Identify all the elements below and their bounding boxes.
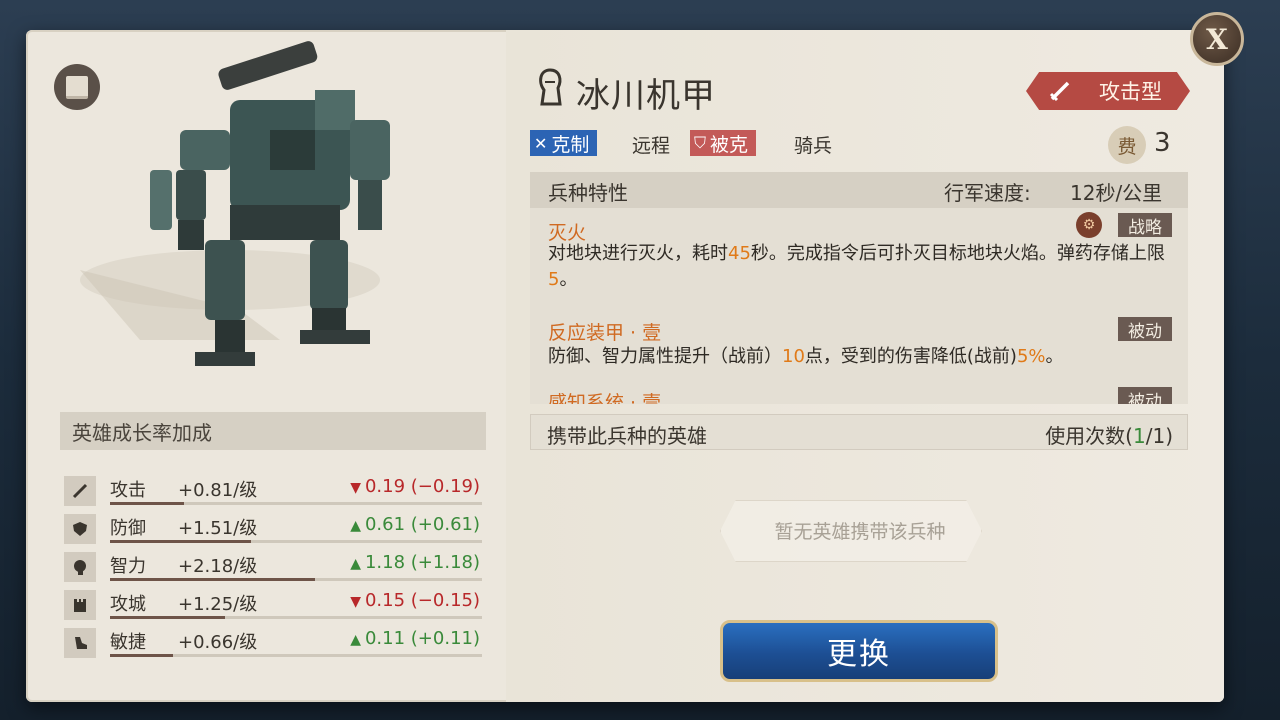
shield-icon: ⛉ xyxy=(694,133,707,152)
cost-value: 3 xyxy=(1154,128,1171,158)
tower-icon xyxy=(64,590,96,620)
arrow-down-icon: ▼ xyxy=(350,594,361,610)
stat-name: 敏捷 xyxy=(110,632,146,653)
unit-type-badge: 攻击型 xyxy=(1026,72,1190,110)
march-speed-value: 12秒/公里 xyxy=(1070,181,1163,205)
stat-bar-fill xyxy=(110,540,252,543)
stat-bar xyxy=(110,616,482,619)
stat-bar-fill xyxy=(110,502,185,505)
stat-bar xyxy=(110,502,482,505)
stat-rate: +2.18/级 xyxy=(178,556,258,577)
traits-header: 兵种特性 行军速度: 12秒/公里 xyxy=(530,172,1188,208)
skill-desc-highlight: 45 xyxy=(728,243,751,264)
stat-row-siege: 攻城 +1.25/级 ▼ 0.15 (−0.15) xyxy=(64,584,484,620)
countered-tag: ⛉ 被克 xyxy=(690,130,757,156)
arrow-up-icon: ▲ xyxy=(350,632,361,648)
heroes-header-label: 携带此兵种的英雄 xyxy=(547,424,707,448)
counter-tag-label: 克制 xyxy=(551,133,590,156)
usage-total: /1) xyxy=(1145,424,1173,448)
skill-desc-text: 点，受到的伤害降低(战前) xyxy=(804,346,1017,367)
stat-bar xyxy=(110,540,482,543)
stat-row-attack: 攻击 +0.81/级 ▼ 0.19 (−0.19) xyxy=(64,470,484,506)
stat-bar-fill xyxy=(110,654,174,657)
stat-name: 防御 xyxy=(110,518,146,539)
growth-header: 英雄成长率加成 xyxy=(60,412,486,450)
sword-icon xyxy=(1049,81,1070,102)
march-speed-label: 行军速度: xyxy=(944,181,1031,205)
head-icon xyxy=(64,552,96,582)
stat-name: 攻击 xyxy=(110,480,146,501)
growth-header-label: 英雄成长率加成 xyxy=(72,420,212,445)
skill-desc-text: 。 xyxy=(559,269,578,290)
crossed-swords-icon: ✕ xyxy=(534,133,548,153)
counter-tag: ✕ 克制 xyxy=(530,130,598,156)
skill-desc-highlight: 5 xyxy=(548,269,560,290)
skill-desc: 对地块进行灭火，耗时45秒。完成指令后可扑灭目标地块火焰。弹药存储上限 5。 xyxy=(548,241,1176,293)
traits-list[interactable]: 灭火 ⚙ 战略 对地块进行灭火，耗时45秒。完成指令后可扑灭目标地块火焰。弹药存… xyxy=(530,208,1188,404)
skill-tag: 战略 xyxy=(1118,213,1172,238)
skill-desc-text: 防御、智力属性提升（战前） xyxy=(548,346,782,367)
countered-by: 骑兵 xyxy=(794,135,833,157)
stat-name: 智力 xyxy=(110,556,146,577)
unit-type-label: 攻击型 xyxy=(1099,80,1162,104)
stat-change: ▲ 0.11 (+0.11) xyxy=(350,628,480,649)
usage-label: 使用次数( xyxy=(1045,424,1133,448)
stat-bar xyxy=(110,578,482,581)
stat-change-value: 1.18 (+1.18) xyxy=(364,552,480,573)
unit-class-icon xyxy=(534,68,566,108)
stat-bar xyxy=(110,654,482,657)
skill-desc-text: 。 xyxy=(1045,346,1064,367)
boot-icon xyxy=(64,628,96,658)
arrow-down-icon: ▼ xyxy=(350,480,361,496)
usage-used: 1 xyxy=(1133,424,1146,448)
skill-tag: 被动 xyxy=(1118,387,1172,404)
arrow-up-icon: ▲ xyxy=(350,556,361,572)
stat-bar-fill xyxy=(110,616,226,619)
stat-change: ▲ 1.18 (+1.18) xyxy=(350,552,480,573)
skill-tag: 被动 xyxy=(1118,317,1172,342)
skill-desc-highlight: 5% xyxy=(1016,346,1046,367)
skill-name: 感知系统 · 壹 xyxy=(548,392,662,404)
stat-change-value: 0.11 (+0.11) xyxy=(364,628,480,649)
arrow-up-icon: ▲ xyxy=(350,518,361,534)
cost-icon: 费 xyxy=(1108,126,1146,164)
heroes-header: 携带此兵种的英雄 使用次数(1/1) xyxy=(530,414,1188,450)
skill-desc: 防御、智力属性提升（战前）10点，受到的伤害降低(战前)5%。 xyxy=(548,344,1176,370)
stat-row-intellect: 智力 +2.18/级 ▲ 1.18 (+1.18) xyxy=(64,546,484,582)
skill-name: 反应装甲 · 壹 xyxy=(548,322,662,344)
cost-label: 费 xyxy=(1117,135,1137,158)
counters-target: 远程 xyxy=(632,135,671,157)
stat-change: ▼ 0.19 (−0.19) xyxy=(350,476,480,497)
stat-change: ▼ 0.15 (−0.15) xyxy=(350,590,480,611)
stat-name: 攻城 xyxy=(110,594,146,615)
stat-rate: +0.66/级 xyxy=(178,632,258,653)
sword-icon xyxy=(64,476,96,506)
skill-desc-text: 秒。完成指令后可扑灭目标地块火焰。弹药存储上限 xyxy=(750,243,1165,264)
stat-change: ▲ 0.61 (+0.61) xyxy=(350,514,480,535)
skill-desc-text: 对地块进行灭火，耗时 xyxy=(548,243,728,264)
strategy-icon: ⚙ xyxy=(1076,212,1102,238)
stat-rate: +1.51/级 xyxy=(178,518,258,539)
stat-rate: +0.81/级 xyxy=(178,480,258,501)
swap-button[interactable]: 更换 xyxy=(720,620,998,682)
shield-icon xyxy=(64,514,96,544)
stat-change-value: 0.15 (−0.15) xyxy=(364,590,480,611)
stat-change-value: 0.19 (−0.19) xyxy=(364,476,480,497)
unit-portrait xyxy=(80,40,440,380)
stat-change-value: 0.61 (+0.61) xyxy=(364,514,480,535)
stat-row-agility: 敏捷 +0.66/级 ▲ 0.11 (+0.11) xyxy=(64,622,484,658)
stat-row-defense: 防御 +1.51/级 ▲ 0.61 (+0.61) xyxy=(64,508,484,544)
usage-count: 使用次数(1/1) xyxy=(1045,420,1173,449)
empty-heroes-text: 暂无英雄携带该兵种 xyxy=(774,520,946,543)
countered-tag-label: 被克 xyxy=(710,133,749,156)
unit-name: 冰川机甲 xyxy=(576,76,716,116)
close-button[interactable]: X xyxy=(1190,12,1244,66)
stat-bar-fill xyxy=(110,578,315,581)
skill-desc-highlight: 10 xyxy=(782,346,805,367)
stat-rate: +1.25/级 xyxy=(178,594,258,615)
traits-header-label: 兵种特性 xyxy=(548,181,628,205)
